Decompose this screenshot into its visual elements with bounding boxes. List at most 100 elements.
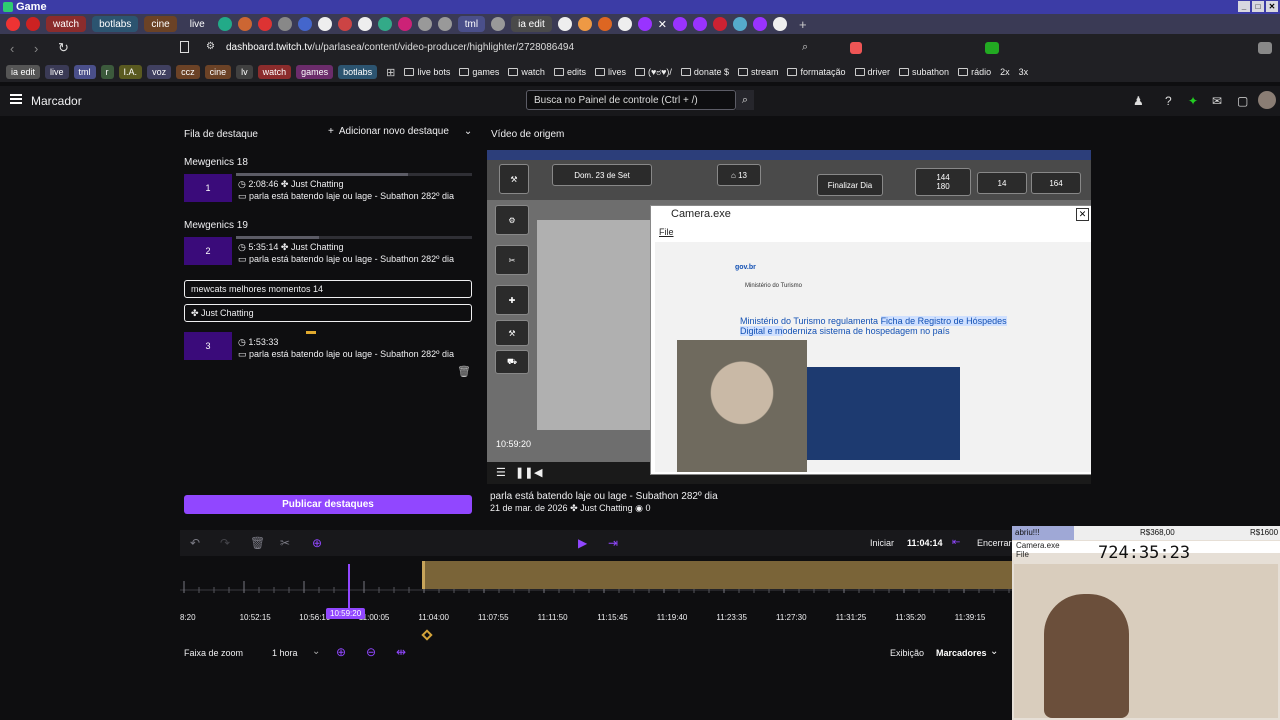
- bookmark-ia-edit[interactable]: ia edit: [6, 65, 41, 79]
- tab-icon[interactable]: [357, 17, 372, 31]
- bookmark-folder[interactable]: subathon: [899, 67, 949, 77]
- bookmark-folder[interactable]: 2x: [1000, 67, 1010, 77]
- bookmark-folder[interactable]: (♥ಠ♥)/: [634, 67, 672, 78]
- maximize-button[interactable]: □: [1252, 1, 1264, 12]
- tab-icon[interactable]: [6, 17, 20, 31]
- bookmark-watch[interactable]: watch: [257, 65, 292, 79]
- zoom-in-icon[interactable]: ⊕: [336, 645, 346, 659]
- bookmark-tml[interactable]: tml: [73, 65, 96, 79]
- close-tab-icon[interactable]: ✕: [658, 18, 667, 31]
- tab-icon[interactable]: [577, 17, 592, 31]
- inbox-icon[interactable]: ✉: [1212, 94, 1222, 108]
- chevron-down-icon[interactable]: ⌄: [312, 646, 320, 657]
- tab-icon[interactable]: [437, 17, 452, 31]
- chevron-down-icon[interactable]: ⌄: [990, 646, 998, 657]
- tab-icon[interactable]: [673, 17, 687, 31]
- tab-icon[interactable]: [733, 17, 747, 31]
- tab-icon[interactable]: [337, 17, 352, 31]
- tab-icon[interactable]: [753, 17, 767, 31]
- start-time[interactable]: 11:04:14: [907, 538, 943, 548]
- add-highlight-button[interactable]: + Adicionar novo destaque ⌄: [328, 126, 472, 137]
- bookmark-r[interactable]: r: [100, 65, 114, 79]
- tab-live[interactable]: live: [182, 16, 212, 32]
- highlight-clip[interactable]: 2 ◷ 5:35:14 ✤ Just Chatting ▭ parla está…: [184, 236, 472, 269]
- new-tab-icon[interactable]: +: [799, 17, 807, 32]
- tab-icon[interactable]: [693, 17, 707, 31]
- brave-shield-icon[interactable]: [850, 42, 862, 54]
- bookmark-folder[interactable]: 3x: [1019, 67, 1029, 77]
- tab-icon[interactable]: [26, 17, 40, 31]
- bookmark-folder[interactable]: watch: [508, 67, 545, 77]
- tab-cine[interactable]: cine: [144, 16, 177, 32]
- apps-grid-icon[interactable]: ⊞: [386, 66, 395, 79]
- chapters-icon[interactable]: ☰: [496, 466, 506, 479]
- redo-icon[interactable]: ↷: [220, 536, 230, 550]
- menu-icon[interactable]: [1258, 42, 1272, 54]
- reload-icon[interactable]: ↻: [58, 40, 72, 56]
- fit-to-view-icon[interactable]: ⇹: [396, 645, 406, 659]
- tab-icon[interactable]: [317, 17, 332, 31]
- view-select[interactable]: Marcadores: [936, 648, 987, 658]
- tab-icon[interactable]: [397, 17, 412, 31]
- forward-icon[interactable]: ›: [34, 41, 48, 56]
- avatar[interactable]: [1258, 91, 1276, 109]
- zoom-icon[interactable]: ⌕: [802, 41, 808, 54]
- tab-icon[interactable]: [237, 17, 252, 31]
- bookmark-icon[interactable]: [180, 41, 189, 53]
- chevron-down-icon[interactable]: ⌄: [464, 126, 472, 137]
- notifications-icon[interactable]: ♟: [1133, 94, 1144, 108]
- zoom-out-icon[interactable]: ⊖: [366, 645, 376, 659]
- scissors-icon[interactable]: ✂: [280, 536, 290, 550]
- tab-icon[interactable]: [377, 17, 392, 31]
- bookmark-folder[interactable]: live bots: [404, 67, 450, 77]
- bookmark-folder[interactable]: stream: [737, 67, 778, 77]
- hamburger-menu-icon[interactable]: [10, 94, 22, 104]
- bookmark-games[interactable]: games: [296, 65, 334, 79]
- tab-icon[interactable]: [217, 17, 232, 31]
- clip-thumbnail[interactable]: 2: [184, 237, 232, 265]
- bookmark-lv[interactable]: lv: [236, 65, 253, 79]
- help-icon[interactable]: ?: [1165, 94, 1172, 108]
- bookmark-ia[interactable]: I.A.: [118, 65, 143, 79]
- clip-thumbnail[interactable]: 1: [184, 174, 232, 202]
- highlight-clip-editing[interactable]: 3 ◷ 1:53:33 ▭ parla está batendo laje ou…: [184, 331, 472, 364]
- bookmark-folder[interactable]: formatação: [787, 67, 846, 77]
- close-window-button[interactable]: ✕: [1266, 1, 1278, 12]
- playhead[interactable]: [348, 564, 350, 610]
- bookmark-folder[interactable]: lives: [594, 67, 626, 77]
- trash-icon[interactable]: 🗑: [250, 536, 265, 550]
- tab-icon[interactable]: [417, 17, 432, 31]
- bookmark-folder[interactable]: edits: [553, 67, 586, 77]
- tab-icon[interactable]: [597, 17, 612, 31]
- zoom-range-select[interactable]: 1 hora: [272, 648, 298, 658]
- tab-ia-edit[interactable]: ia edit: [511, 16, 552, 32]
- tab-icon[interactable]: [491, 17, 506, 31]
- bookmark-folder[interactable]: driver: [854, 67, 890, 77]
- tab-icon[interactable]: [297, 17, 312, 31]
- undo-icon[interactable]: ↶: [190, 536, 200, 550]
- play-icon[interactable]: ▶: [578, 536, 587, 550]
- tab-icon[interactable]: [713, 17, 727, 31]
- highlight-selection-range[interactable]: [422, 561, 1012, 589]
- bits-icon[interactable]: ✦: [1188, 94, 1198, 108]
- dashboard-search-input[interactable]: Busca no Painel de controle (Ctrl + /): [526, 90, 736, 110]
- tab-icon[interactable]: [257, 17, 272, 31]
- source-video-player[interactable]: ⚒ Dom. 23 de Set ⌂ 13 Finalizar Dia 144 1…: [487, 150, 1091, 484]
- search-icon[interactable]: ⌕: [736, 90, 754, 110]
- bookmark-cine[interactable]: cine: [204, 65, 232, 79]
- tab-icon[interactable]: [617, 17, 632, 31]
- tab-icon[interactable]: [637, 17, 652, 31]
- timeline[interactable]: 8:20 10:52:15 10:56:10 11:00:05 11:04:00 11:0…: [180, 556, 1012, 642]
- back-icon[interactable]: ‹: [10, 41, 24, 56]
- publish-highlights-button[interactable]: Publicar destaques: [184, 495, 472, 514]
- chat-icon[interactable]: ▢: [1237, 94, 1248, 108]
- bookmark-ccz[interactable]: ccz: [176, 65, 200, 79]
- url-field[interactable]: dashboard.twitch.tv/u/parlasea/content/v…: [226, 42, 574, 53]
- tab-icon[interactable]: [773, 17, 787, 31]
- bookmark-voz[interactable]: voz: [147, 65, 172, 79]
- extension-icon[interactable]: [985, 42, 999, 54]
- tab-botlabs[interactable]: botlabs: [92, 16, 139, 32]
- bookmark-folder[interactable]: donate $: [680, 67, 729, 77]
- bookmark-botlabs[interactable]: botlabs: [338, 65, 378, 79]
- set-start-icon[interactable]: ⇤: [952, 537, 960, 548]
